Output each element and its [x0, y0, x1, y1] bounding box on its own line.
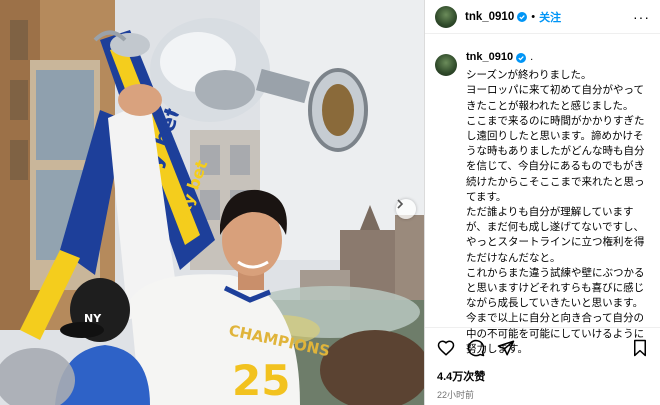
avatar[interactable] — [435, 5, 457, 28]
share-button[interactable] — [497, 339, 515, 357]
caption-text: シーズンが終わりました。 ヨーロッパに来て初めて自分がやってきたことが報われたと… — [466, 69, 645, 355]
more-options-icon[interactable]: ··· — [633, 10, 650, 24]
like-button[interactable] — [437, 339, 455, 357]
paper-plane-icon — [497, 340, 515, 356]
save-button[interactable] — [632, 339, 648, 357]
post-viewer: sky bet sky bet CHAMPIONS 25 NY tnk_0910… — [0, 0, 660, 405]
post-header: tnk_0910 • 关注 ··· — [425, 0, 660, 34]
photo-illustration: sky bet sky bet CHAMPIONS 25 NY — [0, 0, 424, 405]
verified-badge-icon — [516, 52, 527, 63]
shirt-number: 25 — [232, 356, 290, 405]
caption-separator: . — [530, 51, 534, 63]
post-details: tnk_0910 • 关注 ··· tnk_0910 . シーズンが終わりました… — [424, 0, 660, 405]
cap-logo: NY — [84, 312, 102, 325]
verified-badge-icon — [517, 11, 528, 22]
next-photo-button[interactable] — [396, 199, 416, 219]
header-separator: • — [531, 10, 536, 23]
comment-icon — [467, 339, 485, 357]
bookmark-icon — [634, 339, 646, 357]
caption-body: tnk_0910 . シーズンが終わりました。 ヨーロッパに来て初めて自分がやっ… — [466, 50, 652, 357]
caption-header: tnk_0910 . — [466, 50, 652, 65]
caption-username[interactable]: tnk_0910 — [466, 50, 513, 65]
post-photo[interactable]: sky bet sky bet CHAMPIONS 25 NY — [0, 0, 424, 405]
post-timestamp[interactable]: 22小时前 — [425, 384, 660, 401]
follow-button[interactable]: 关注 — [539, 9, 561, 25]
heart-icon — [437, 340, 455, 356]
caption-avatar[interactable] — [435, 54, 457, 76]
caption: tnk_0910 . シーズンが終わりました。 ヨーロッパに来て初めて自分がやっ… — [435, 50, 652, 357]
header-username[interactable]: tnk_0910 — [465, 11, 514, 23]
like-count[interactable]: 4.4万次赞 — [425, 359, 660, 384]
chevron-right-icon — [397, 199, 404, 209]
post-footer: 4.4万次赞 22小时前 — [425, 327, 660, 401]
action-bar — [425, 328, 660, 359]
comment-button[interactable] — [467, 339, 485, 357]
